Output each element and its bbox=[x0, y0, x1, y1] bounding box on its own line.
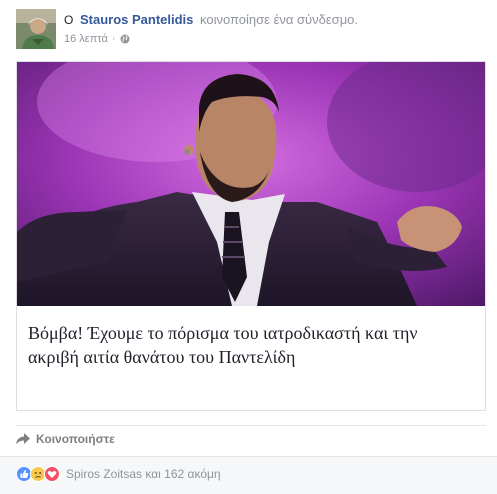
author-avatar[interactable] bbox=[16, 9, 56, 49]
link-title[interactable]: Βόμβα! Έχουμε το πόρισμα του ιατροδικαστ… bbox=[28, 321, 468, 369]
share-label: Κοινοποιήστε bbox=[36, 432, 115, 446]
globe-icon[interactable] bbox=[120, 34, 130, 44]
post-action-bar: Κοινοποιήστε bbox=[16, 425, 486, 451]
love-icon[interactable] bbox=[44, 466, 60, 482]
meta-separator: · bbox=[111, 33, 116, 45]
post-timestamp[interactable]: 16 λεπτά bbox=[64, 32, 108, 46]
post-action-text: κοινοποίησε ένα σύνδεσμο. bbox=[200, 12, 359, 27]
link-preview-image[interactable] bbox=[17, 62, 485, 306]
shared-link-card[interactable]: Βόμβα! Έχουμε το πόρισμα του ιατροδικαστ… bbox=[16, 61, 486, 411]
reaction-first-name[interactable]: Spiros Zoitsas bbox=[66, 467, 142, 481]
post-meta: 16 λεπτά · bbox=[64, 32, 130, 46]
header-prefix: Ο bbox=[64, 13, 74, 27]
share-button[interactable]: Κοινοποιήστε bbox=[16, 432, 115, 446]
reactions-bar: Spiros Zoitsas και 162 ακόμη bbox=[0, 456, 497, 494]
feed-post: Ο Stauros Pantelidis κοινοποίησε ένα σύν… bbox=[0, 0, 497, 494]
share-arrow-icon bbox=[16, 433, 30, 445]
author-name-link[interactable]: Stauros Pantelidis bbox=[80, 12, 193, 27]
reaction-others-count[interactable]: και 162 ακόμη bbox=[145, 467, 220, 481]
post-header: Ο Stauros Pantelidis κοινοποίησε ένα σύν… bbox=[64, 12, 358, 28]
reactions-summary[interactable]: Spiros Zoitsas και 162 ακόμη bbox=[16, 466, 221, 482]
reaction-summary-text[interactable]: Spiros Zoitsas και 162 ακόμη bbox=[66, 467, 221, 481]
